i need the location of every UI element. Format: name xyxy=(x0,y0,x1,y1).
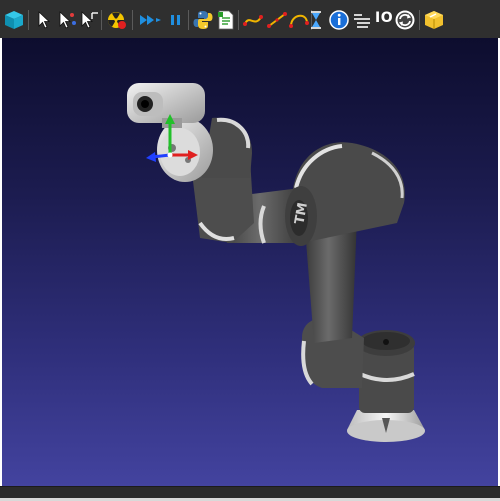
toolbar-separator xyxy=(238,10,239,30)
robot-camera xyxy=(127,83,205,128)
toolbar-separator xyxy=(28,10,29,30)
document-icon[interactable] xyxy=(215,9,237,31)
pause-icon[interactable] xyxy=(165,9,187,31)
info-icon[interactable] xyxy=(328,9,350,31)
cube-icon[interactable] xyxy=(3,9,25,31)
step-icon[interactable] xyxy=(155,9,163,31)
pointer-icon[interactable] xyxy=(34,9,56,31)
path-icon-2[interactable] xyxy=(266,9,288,31)
list-icon[interactable] xyxy=(351,9,373,31)
multi-pointer-icon[interactable] xyxy=(56,9,78,31)
python-icon[interactable] xyxy=(192,9,214,31)
robot-base-joint xyxy=(357,330,415,413)
toolbar-separator xyxy=(132,10,133,30)
package-icon[interactable] xyxy=(423,9,445,31)
toolbar-separator xyxy=(419,10,420,30)
pointer-axes-icon[interactable] xyxy=(78,9,100,31)
toolbar: IO xyxy=(0,0,500,39)
fire-icon[interactable] xyxy=(106,9,128,31)
3d-viewport[interactable]: TM xyxy=(2,38,498,486)
toolbar-separator xyxy=(101,10,102,30)
refresh-icon[interactable] xyxy=(394,9,416,31)
status-bar xyxy=(0,486,500,501)
hourglass-icon[interactable] xyxy=(305,9,327,31)
robot-arm-scene: TM xyxy=(127,83,425,442)
robot-base xyxy=(347,410,425,442)
toolbar-separator xyxy=(188,10,189,30)
io-button[interactable]: IO xyxy=(375,10,393,26)
path-icon-1[interactable] xyxy=(242,9,264,31)
